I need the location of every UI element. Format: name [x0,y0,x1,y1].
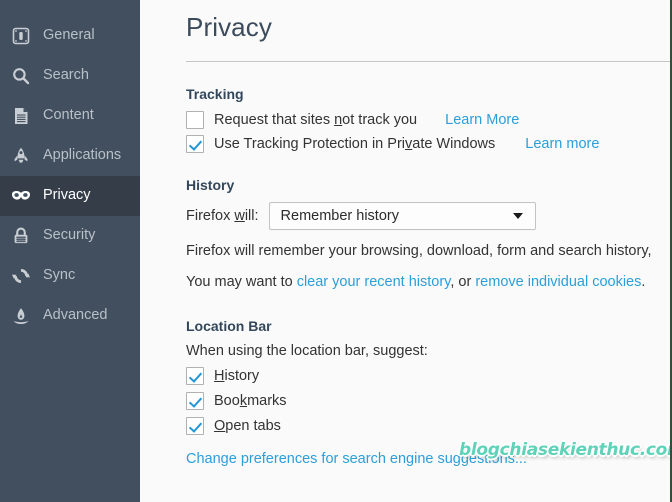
suggest-history-checkbox[interactable] [186,367,204,385]
title-divider [186,61,670,62]
history-suggestion-line: You may want to clear your recent histor… [186,274,646,290]
request-not-track-row: Request that sites not track you Learn M… [186,111,670,129]
page-title: Privacy [186,12,272,42]
history-mode-value: Remember history [280,208,399,224]
remove-individual-cookies-link[interactable]: remove individual cookies [475,274,641,290]
location-suggest-open-tabs-row: Open tabs [186,417,670,435]
firefox-will-label: Firefox will: [186,208,259,224]
suggest-open-tabs-label[interactable]: Open tabs [214,417,281,435]
sidebar-item-search[interactable]: Search [0,56,140,96]
tracking-protection-row: Use Tracking Protection in Private Windo… [186,135,670,153]
sidebar-item-sync[interactable]: Sync [0,256,140,296]
privacy-panel: Privacy Tracking Request that sites not … [140,0,670,502]
search-icon [8,63,34,89]
history-section: History Firefox will: Remember history F… [186,177,670,292]
request-not-track-checkbox[interactable] [186,111,204,129]
sidebar-item-privacy[interactable]: Privacy [0,176,140,216]
history-heading: History [186,177,235,193]
sidebar-item-label: Search [43,67,89,84]
general-icon [8,23,34,49]
clear-recent-history-link[interactable]: clear your recent history [297,274,451,290]
location-bar-section: Location Bar When using the location bar… [186,318,670,468]
sidebar-item-applications[interactable]: Applications [0,136,140,176]
suggest-open-tabs-checkbox[interactable] [186,417,204,435]
history-description: Firefox will remember your browsing, dow… [186,243,652,259]
sidebar-item-content[interactable]: Content [0,96,140,136]
sidebar-item-label: Content [43,107,94,124]
tracking-protection-label[interactable]: Use Tracking Protection in Private Windo… [214,135,495,153]
change-search-engine-preferences-link[interactable]: Change preferences for search engine sug… [186,451,527,467]
history-mode-select[interactable]: Remember history [268,202,536,230]
suggest-bookmarks-checkbox[interactable] [186,392,204,410]
sidebar-item-label: Security [43,227,96,244]
sidebar-item-label: Advanced [43,307,108,324]
sidebar-item-security[interactable]: Security [0,216,140,256]
sidebar-item-advanced[interactable]: Advanced [0,296,140,336]
sidebar-item-label: Sync [43,267,76,284]
sidebar-item-general[interactable]: General [0,16,140,56]
sidebar-item-label: Applications [43,147,122,164]
preferences-window: General Search Content Applications Priv… [0,0,672,502]
tracking-protection-checkbox[interactable] [186,135,204,153]
content-icon [8,103,34,129]
sync-icon [8,263,34,289]
location-bar-subtitle: When using the location bar, suggest: [186,343,428,359]
tracking-heading: Tracking [186,86,244,102]
padlock-icon [8,223,34,249]
tracking-protection-learn-more-link[interactable]: Learn more [525,136,599,152]
location-suggest-history-row: History [186,367,670,385]
advanced-icon [8,303,34,329]
tracking-learn-more-link[interactable]: Learn More [445,112,519,128]
firefox-will-row: Firefox will: Remember history [186,202,670,230]
privacy-mask-icon [8,183,34,209]
applications-icon [8,143,34,169]
request-not-track-label[interactable]: Request that sites not track you [214,111,417,129]
preferences-sidebar: General Search Content Applications Priv… [0,0,140,502]
suggest-bookmarks-label[interactable]: Bookmarks [214,392,287,410]
suggest-history-label[interactable]: History [214,367,259,385]
sidebar-item-label: Privacy [43,187,91,204]
location-suggest-bookmarks-row: Bookmarks [186,392,670,410]
location-bar-heading: Location Bar [186,318,272,334]
tracking-section: Tracking Request that sites not track yo… [186,86,670,153]
chevron-down-icon [512,213,523,219]
sidebar-item-label: General [43,27,95,44]
